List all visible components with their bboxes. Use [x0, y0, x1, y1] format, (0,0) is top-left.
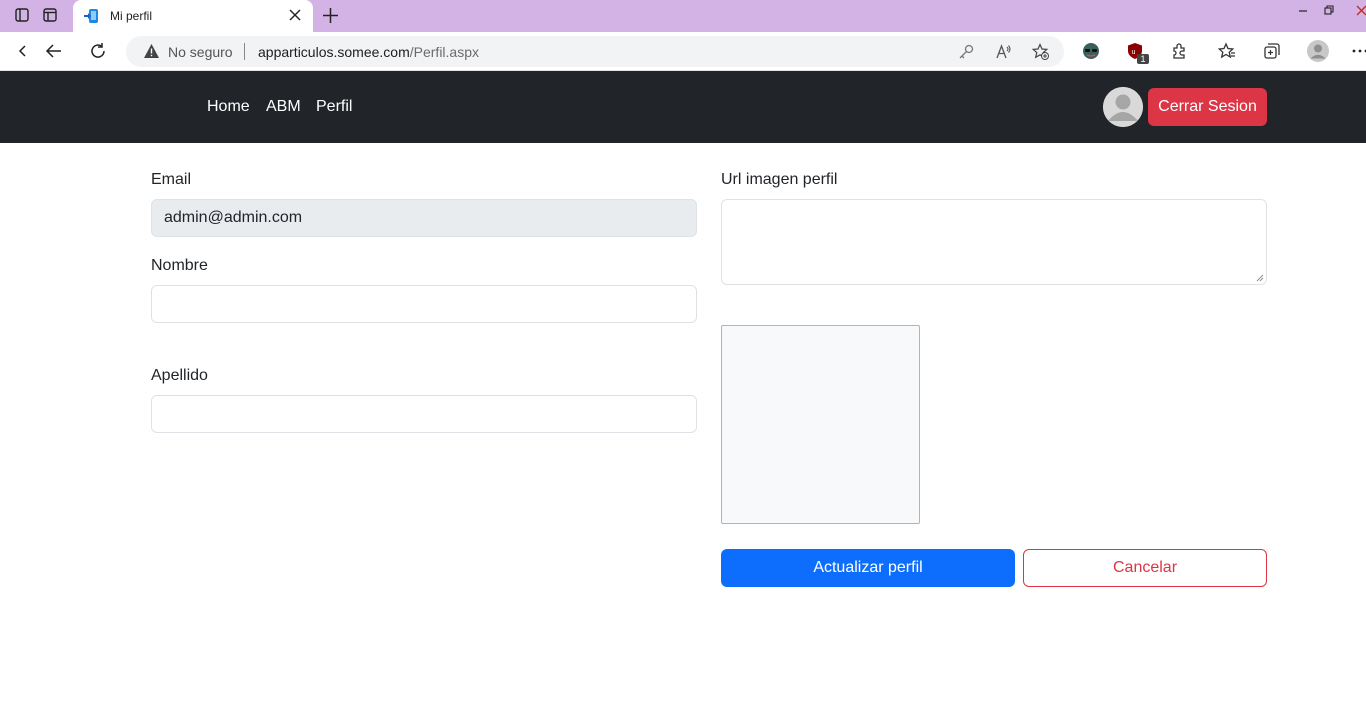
favorites-icon[interactable] — [1218, 42, 1236, 60]
security-status[interactable]: No seguro — [168, 44, 233, 60]
address-divider — [244, 43, 245, 60]
collections-icon[interactable] — [1263, 42, 1281, 60]
apellido-field[interactable] — [151, 395, 697, 433]
apellido-label: Apellido — [151, 367, 208, 384]
nav-link-home[interactable]: Home — [207, 98, 250, 116]
url-imagen-label: Url imagen perfil — [721, 171, 838, 188]
site-favicon-icon — [84, 9, 98, 23]
user-avatar-icon — [1103, 87, 1143, 127]
email-field[interactable]: admin@admin.com — [151, 199, 697, 237]
close-tab-icon[interactable] — [289, 9, 301, 21]
user-avatar — [1103, 87, 1143, 127]
browser-tab[interactable]: Mi perfil — [73, 0, 313, 32]
back-arrow-icon[interactable] — [45, 42, 63, 60]
nombre-field[interactable] — [151, 285, 697, 323]
url-text[interactable]: apparticulos.somee.com/Perfil.aspx — [258, 44, 479, 60]
email-label: Email — [151, 171, 192, 188]
profile-image-preview — [721, 325, 920, 524]
logout-button[interactable]: Cerrar Sesion — [1148, 88, 1267, 126]
nav-link-abm[interactable]: ABM — [266, 98, 301, 116]
restore-icon[interactable] — [1323, 4, 1335, 16]
warning-icon[interactable] — [143, 43, 160, 59]
update-profile-button[interactable]: Actualizar perfil — [721, 549, 1015, 587]
extension-spy-icon[interactable] — [1082, 42, 1100, 60]
cancel-button[interactable]: Cancelar — [1023, 549, 1267, 587]
address-bar[interactable]: No seguro apparticulos.somee.com/Perfil.… — [126, 36, 1064, 67]
key-icon[interactable] — [958, 43, 975, 60]
nav-link-perfil[interactable]: Perfil — [316, 98, 352, 116]
refresh-icon[interactable] — [89, 42, 107, 60]
add-favorite-icon[interactable] — [1032, 43, 1049, 60]
url-host: apparticulos.somee.com — [258, 44, 410, 60]
nombre-label: Nombre — [151, 257, 208, 274]
profile-avatar-icon[interactable] — [1307, 40, 1329, 62]
more-options-icon[interactable] — [1351, 42, 1366, 60]
chevron-left-icon[interactable] — [14, 42, 32, 60]
new-tab-icon[interactable] — [322, 7, 339, 24]
svg-text:u: u — [1132, 49, 1136, 56]
close-window-icon[interactable] — [1355, 4, 1366, 16]
browser-tab-bar: Mi perfil — [0, 0, 1366, 32]
url-path: /Perfil.aspx — [409, 44, 479, 60]
extension-badge: 1 — [1137, 54, 1149, 64]
tab-actions-icon[interactable] — [43, 8, 57, 22]
browser-toolbar: No seguro apparticulos.somee.com/Perfil.… — [0, 32, 1366, 71]
site-navbar: Home ABM Perfil Cerrar Sesion — [0, 71, 1366, 143]
read-aloud-icon[interactable] — [995, 43, 1012, 60]
resize-handle-icon[interactable] — [1256, 274, 1264, 282]
sidebar-toggle-icon[interactable] — [15, 8, 29, 22]
extensions-icon[interactable] — [1170, 42, 1188, 60]
minimize-icon[interactable] — [1297, 4, 1309, 16]
tab-title: Mi perfil — [110, 9, 153, 23]
url-imagen-textarea[interactable] — [721, 199, 1267, 285]
